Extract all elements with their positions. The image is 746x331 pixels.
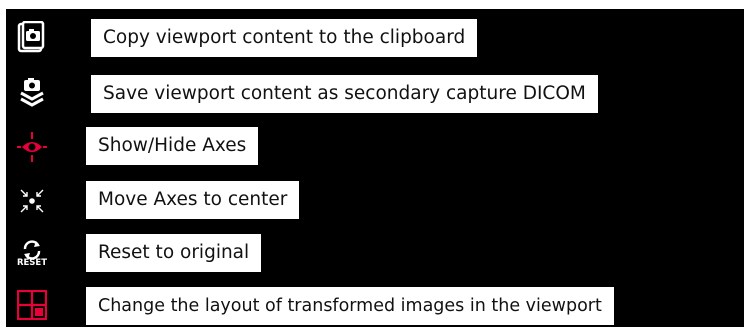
crosshair-eye-icon[interactable] xyxy=(16,131,48,163)
save-tooltip: Save viewport content as secondary captu… xyxy=(91,75,598,113)
axes-tooltip: Show/Hide Axes xyxy=(86,127,259,165)
layout-tooltip: Change the layout of transformed images … xyxy=(86,287,614,325)
reset-tooltip: Reset to original xyxy=(86,234,262,272)
reset-caption: RESET xyxy=(16,258,48,268)
toolbar-help-panel: Copy viewport content to the clipboard S… xyxy=(6,9,744,327)
center-tooltip: Move Axes to center xyxy=(86,181,300,219)
layout-grid-icon[interactable] xyxy=(16,289,48,321)
reset-icon[interactable]: RESET xyxy=(16,238,48,270)
save-capture-icon[interactable] xyxy=(16,77,48,109)
clipboard-camera-icon[interactable] xyxy=(16,21,48,53)
arrows-to-center-icon[interactable] xyxy=(16,185,48,217)
copy-tooltip: Copy viewport content to the clipboard xyxy=(91,19,478,57)
